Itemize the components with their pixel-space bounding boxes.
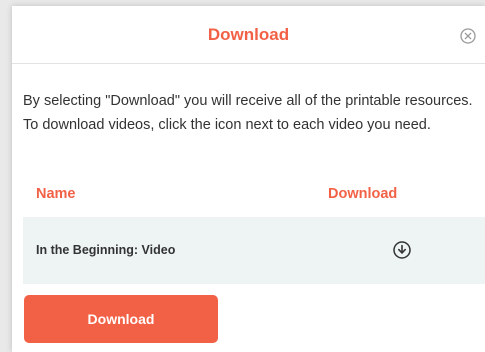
row-name: In the Beginning: Video <box>36 243 176 257</box>
close-icon <box>460 28 476 44</box>
column-header-name: Name <box>36 186 76 202</box>
modal-header: Download <box>12 6 485 64</box>
row-download-button[interactable] <box>393 241 411 259</box>
modal-title: Download <box>207 25 290 44</box>
download-modal: Download By selecting "Download" you wil… <box>12 6 485 352</box>
download-button[interactable]: Download <box>24 295 218 343</box>
table-row: In the Beginning: Video <box>23 217 485 284</box>
download-circle-icon <box>393 241 411 259</box>
close-button[interactable] <box>460 28 476 44</box>
intro-text: By selecting "Download" you will receive… <box>23 93 473 133</box>
column-header-download: Download <box>328 186 398 202</box>
